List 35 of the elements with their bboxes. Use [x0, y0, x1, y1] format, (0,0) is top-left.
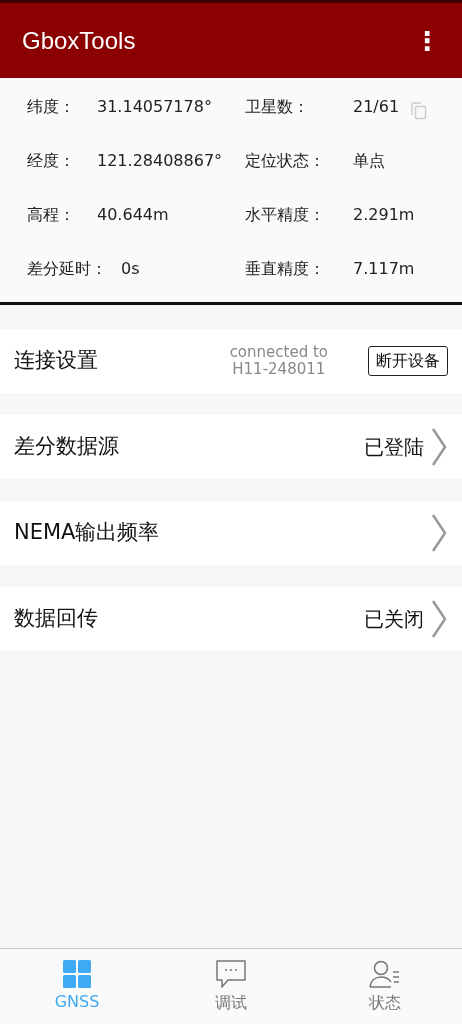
settings-row[interactable]: NEMA输出频率	[0, 501, 462, 565]
nav-tab[interactable]: 状态	[308, 949, 462, 1024]
setting-value: 已关闭	[364, 606, 424, 633]
app-title: GboxTools	[22, 25, 136, 56]
overflow-menu-button[interactable]: ⋮	[414, 27, 440, 54]
disconnect-button[interactable]: 断开设备	[368, 346, 448, 376]
chevron-right-icon	[430, 427, 448, 467]
field-label: 差分延时：	[27, 258, 107, 280]
field-value: 7.117m	[353, 258, 415, 280]
field-label: 经度：	[27, 150, 76, 172]
nav-tab[interactable]: 调试	[154, 949, 308, 1024]
field-label: 垂直精度：	[245, 258, 326, 280]
settings-row[interactable]: 差分数据源 已登陆	[0, 415, 462, 479]
field-value: 40.644m	[97, 204, 169, 226]
field-label: 定位状态：	[245, 150, 326, 172]
field-label: 卫星数：	[245, 96, 310, 118]
field-value: 0s	[121, 258, 140, 280]
chevron-right-icon	[430, 599, 448, 639]
settings-row[interactable]: 数据回传 已关闭	[0, 587, 462, 651]
field-label: 水平精度：	[245, 204, 326, 226]
field-value: 21/61	[353, 96, 400, 118]
field-value: 31.14057178°	[97, 96, 212, 118]
copy-icon[interactable]	[411, 102, 428, 120]
field-label: 高程：	[27, 204, 76, 226]
user-list-icon	[369, 958, 401, 989]
field-value: 单点	[353, 150, 385, 172]
field-label: 纬度：	[27, 96, 76, 118]
settings-row[interactable]: 连接设置 connected to H11-248011 断开设备	[0, 329, 462, 393]
grid-icon	[63, 959, 91, 988]
chevron-right-icon	[430, 513, 448, 553]
connection-status: connected to H11-248011	[229, 343, 328, 379]
setting-value: 已登陆	[364, 434, 424, 461]
chat-icon	[215, 958, 247, 989]
field-value: 2.291m	[353, 204, 415, 226]
field-value: 121.28408867°	[97, 150, 223, 172]
